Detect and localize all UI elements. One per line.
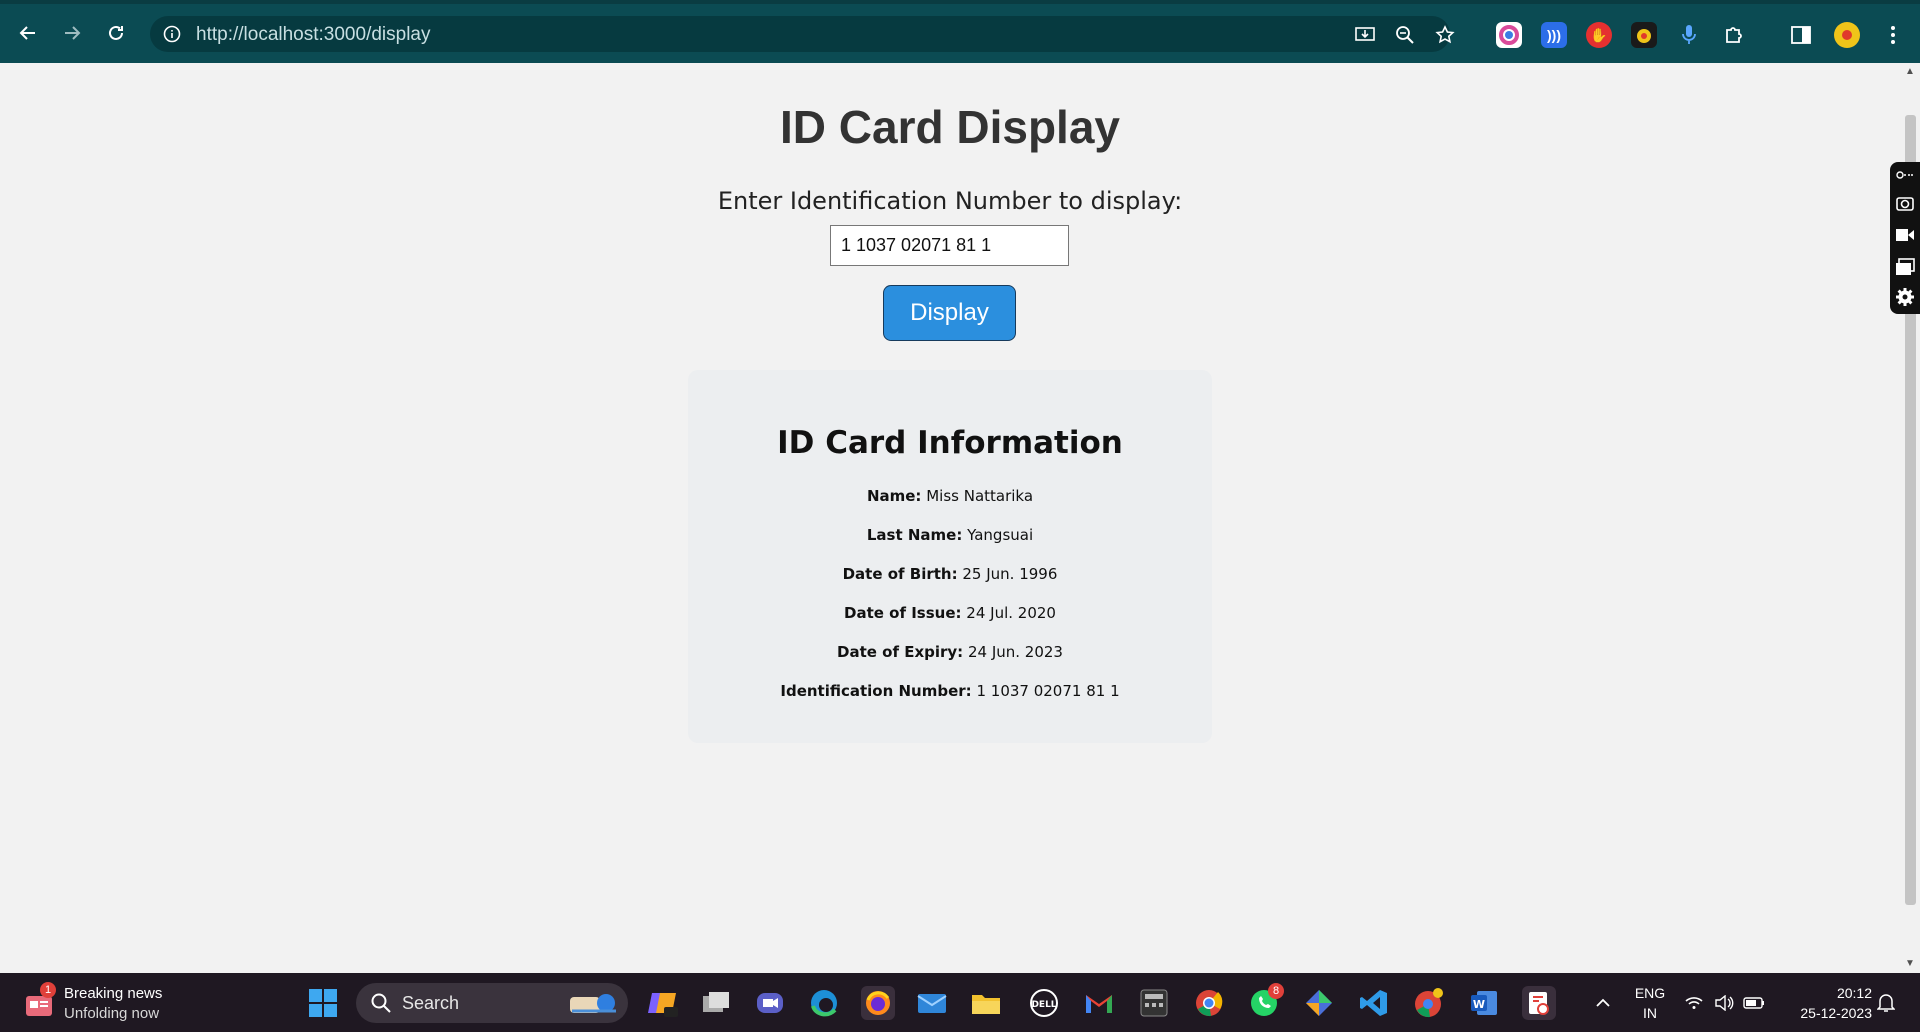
date-of-birth-row: Date of Birth: 25 Jun. 1996 bbox=[688, 565, 1212, 583]
extension-colorful-icon[interactable] bbox=[1496, 22, 1522, 48]
teams-meet-icon[interactable] bbox=[753, 986, 787, 1020]
profile-avatar[interactable] bbox=[1834, 22, 1860, 48]
battery-icon[interactable] bbox=[1742, 986, 1766, 1020]
site-info-icon[interactable] bbox=[162, 24, 182, 44]
id-card-info-panel: ID Card Information Name: Miss Nattarika… bbox=[688, 370, 1212, 743]
forward-icon[interactable] bbox=[56, 17, 88, 49]
date-of-expiry-row: Date of Expiry: 24 Jun. 2023 bbox=[688, 643, 1212, 661]
capture-tool-panel bbox=[1890, 162, 1920, 314]
clock-time[interactable]: 20:12 bbox=[1780, 985, 1872, 1001]
microphone-icon[interactable] bbox=[1676, 22, 1702, 48]
extensions-puzzle-icon[interactable] bbox=[1721, 22, 1747, 48]
window-capture-icon[interactable] bbox=[1894, 256, 1916, 278]
last-name-row: Last Name: Yangsuai bbox=[688, 526, 1212, 544]
row-value: Miss Nattarika bbox=[926, 487, 1034, 505]
git-tool-icon[interactable] bbox=[1302, 986, 1336, 1020]
file-explorer-icon[interactable] bbox=[969, 986, 1003, 1020]
row-label: Identification Number: bbox=[780, 682, 972, 700]
row-value: 1 1037 02071 81 1 bbox=[976, 682, 1120, 700]
search-icon bbox=[370, 992, 392, 1019]
snipping-tool-icon[interactable] bbox=[1522, 986, 1556, 1020]
scroll-up-arrow-icon[interactable]: ▲ bbox=[1904, 67, 1916, 77]
row-value: 24 Jun. 2023 bbox=[967, 643, 1063, 661]
bookmark-star-icon[interactable] bbox=[1432, 22, 1458, 48]
reload-icon[interactable] bbox=[100, 17, 132, 49]
row-label: Name: bbox=[866, 487, 922, 505]
news-badge: 1 bbox=[40, 982, 56, 998]
row-label: Date of Expiry: bbox=[837, 643, 964, 661]
mail-icon[interactable] bbox=[915, 986, 949, 1020]
camera-icon[interactable] bbox=[1894, 192, 1916, 214]
display-button[interactable]: Display bbox=[883, 285, 1016, 341]
calculator-app-icon[interactable] bbox=[1137, 986, 1171, 1020]
name-row: Name: Miss Nattarika bbox=[688, 487, 1212, 505]
edge-icon[interactable] bbox=[807, 986, 841, 1020]
row-value: Yangsuai bbox=[967, 526, 1034, 544]
card-title: ID Card Information bbox=[777, 425, 1123, 461]
identification-number-row: Identification Number: 1 1037 02071 81 1 bbox=[688, 682, 1212, 700]
page-title: ID Card Display bbox=[780, 101, 1120, 153]
tray-overflow-chevron-icon[interactable] bbox=[1586, 986, 1620, 1020]
back-icon[interactable] bbox=[12, 17, 44, 49]
gmail-icon[interactable] bbox=[1082, 986, 1116, 1020]
dell-icon[interactable]: DELL bbox=[1027, 986, 1061, 1020]
taskbar-search[interactable]: Search bbox=[356, 983, 628, 1023]
id-number-label: Enter Identification Number to display: bbox=[717, 187, 1183, 215]
windows-taskbar: 1 Breaking news Unfolding now Search DEL… bbox=[0, 973, 1920, 1032]
scroll-down-arrow-icon[interactable]: ▼ bbox=[1904, 959, 1916, 969]
url-text: http://localhost:3000/display bbox=[196, 24, 431, 45]
notification-bell-icon[interactable] bbox=[1874, 986, 1898, 1020]
row-label: Date of Birth: bbox=[842, 565, 958, 583]
vscode-icon[interactable] bbox=[1357, 986, 1391, 1020]
chrome-profile-icon[interactable] bbox=[1412, 986, 1446, 1020]
svg-text:W: W bbox=[1473, 998, 1485, 1011]
volume-icon[interactable] bbox=[1712, 986, 1736, 1020]
wifi-icon[interactable] bbox=[1682, 986, 1706, 1020]
address-bar[interactable]: http://localhost:3000/display bbox=[150, 16, 1455, 52]
row-label: Date of Issue: bbox=[844, 604, 962, 622]
zoom-icon[interactable] bbox=[1392, 22, 1418, 48]
chrome-icon[interactable] bbox=[1192, 986, 1226, 1020]
clock-date[interactable]: 25-12-2023 bbox=[1780, 1005, 1872, 1021]
id-number-input[interactable] bbox=[830, 225, 1069, 266]
windows-start-icon[interactable] bbox=[306, 986, 340, 1020]
link-tool-icon[interactable] bbox=[1894, 164, 1916, 186]
browser-toolbar: http://localhost:3000/display ))) ✋ bbox=[0, 0, 1920, 63]
install-app-icon[interactable] bbox=[1352, 22, 1378, 48]
language-region[interactable]: IN bbox=[1630, 1005, 1670, 1021]
page-content: ID Card Display Enter Identification Num… bbox=[0, 63, 1900, 973]
language-code[interactable]: ENG bbox=[1630, 985, 1670, 1001]
search-highlight-icon bbox=[566, 989, 622, 1022]
copilot-icon[interactable] bbox=[645, 986, 679, 1020]
word-icon[interactable]: W bbox=[1467, 986, 1501, 1020]
side-panel-icon[interactable] bbox=[1788, 22, 1814, 48]
extension-blue-icon[interactable]: ))) bbox=[1541, 22, 1567, 48]
date-of-issue-row: Date of Issue: 24 Jul. 2020 bbox=[688, 604, 1212, 622]
task-view-icon[interactable] bbox=[699, 986, 733, 1020]
row-value: 24 Jul. 2020 bbox=[966, 604, 1056, 622]
row-value: 25 Jun. 1996 bbox=[962, 565, 1058, 583]
news-title[interactable]: Breaking news bbox=[64, 985, 162, 1002]
whatsapp-badge: 8 bbox=[1268, 983, 1284, 999]
extension-red-icon[interactable]: ✋ bbox=[1586, 22, 1612, 48]
firefox-icon[interactable] bbox=[861, 986, 895, 1020]
browser-menu-icon[interactable] bbox=[1880, 22, 1906, 48]
video-record-icon[interactable] bbox=[1894, 224, 1916, 246]
search-label: Search bbox=[402, 993, 460, 1013]
svg-text:DELL: DELL bbox=[1031, 1000, 1056, 1010]
news-subtitle[interactable]: Unfolding now bbox=[64, 1005, 159, 1022]
row-label: Last Name: bbox=[866, 526, 963, 544]
extension-black-icon[interactable] bbox=[1631, 22, 1657, 48]
settings-gear-icon[interactable] bbox=[1894, 286, 1916, 308]
